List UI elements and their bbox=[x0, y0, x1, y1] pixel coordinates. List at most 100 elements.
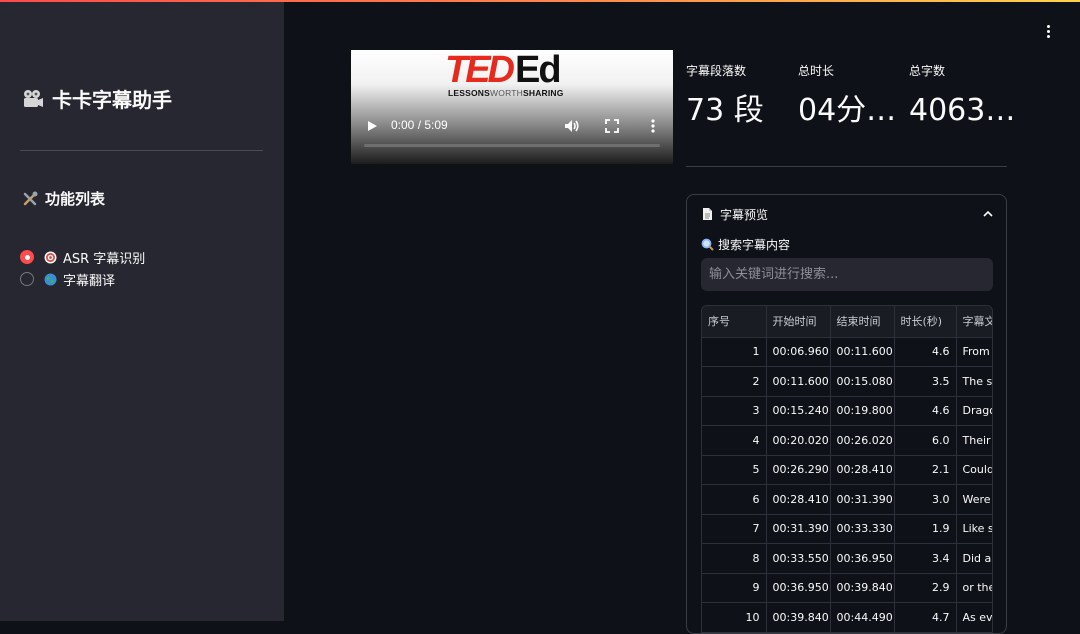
table-cell: Did an bbox=[956, 543, 992, 574]
play-icon[interactable] bbox=[365, 119, 379, 133]
table-cell: 00:15.240 bbox=[766, 396, 831, 426]
table-cell: 00:44.490 bbox=[830, 602, 895, 633]
fullscreen-icon[interactable] bbox=[604, 118, 620, 134]
expander-header[interactable]: 字幕预览 bbox=[687, 195, 1006, 233]
metric-label: 总字数 bbox=[909, 64, 946, 78]
menu-dot bbox=[1046, 34, 1050, 38]
metric-label: 字幕段落数 bbox=[686, 64, 747, 78]
table-cell: 2.1 bbox=[894, 455, 957, 485]
radio-option-translate[interactable]: 字幕翻译 bbox=[20, 268, 145, 290]
menu-dot bbox=[1046, 29, 1050, 33]
column-header[interactable]: 序号 bbox=[702, 306, 767, 338]
table-cell: Like st bbox=[956, 514, 992, 544]
table-cell: 00:28.410 bbox=[830, 455, 895, 485]
table-cell: 00:33.550 bbox=[766, 543, 831, 574]
radio-option-asr[interactable]: ASR 字幕识别 bbox=[20, 246, 145, 268]
table-cell: 3.4 bbox=[894, 543, 957, 574]
radio-unselected-indicator[interactable] bbox=[20, 272, 34, 286]
globe-icon bbox=[44, 273, 57, 285]
table-cell: 6 bbox=[702, 484, 767, 515]
video-progress-bar[interactable] bbox=[364, 144, 660, 147]
table-cell: 00:20.020 bbox=[766, 425, 831, 456]
table-body: 100:06.96000:11.6004.6From t200:11.60000… bbox=[702, 337, 992, 633]
logo-tagline-part: WORTH bbox=[490, 88, 523, 98]
column-header[interactable]: 结束时间 bbox=[830, 306, 895, 338]
sidebar-divider bbox=[20, 150, 263, 151]
table-row[interactable]: 600:28.41000:31.3903.0Were c bbox=[702, 484, 992, 515]
target-icon bbox=[44, 251, 57, 263]
search-input[interactable] bbox=[701, 258, 993, 291]
app-title: 卡卡字幕助手 bbox=[22, 84, 172, 113]
table-cell: 00:15.080 bbox=[830, 366, 895, 397]
section-title: 功能列表 bbox=[22, 188, 105, 209]
table-cell: 00:33.330 bbox=[830, 514, 895, 544]
table-cell: 00:26.020 bbox=[830, 425, 895, 456]
table-row[interactable]: 1000:39.84000:44.4904.7As evic bbox=[702, 602, 992, 633]
volume-icon[interactable] bbox=[563, 117, 581, 135]
table-cell: 00:28.410 bbox=[766, 484, 831, 515]
metric-segments: 字幕段落数 73 段 bbox=[686, 62, 786, 129]
metric-duration: 总时长 04分… bbox=[798, 62, 898, 129]
column-header[interactable]: 时长(秒) bbox=[894, 306, 957, 338]
function-radio-group: ASR 字幕识别 字幕翻译 bbox=[20, 246, 145, 290]
logo-ed-text: Ed bbox=[515, 50, 562, 91]
radio-option-label: ASR 字幕识别 bbox=[63, 251, 146, 267]
table-cell: From t bbox=[956, 337, 992, 367]
table-cell: 00:36.950 bbox=[830, 543, 895, 574]
table-row[interactable]: 700:31.39000:33.3301.9Like st bbox=[702, 514, 992, 544]
table-cell: 00:06.960 bbox=[766, 337, 831, 367]
table-cell: 3.5 bbox=[894, 366, 957, 397]
subtitle-data-table: 序号 开始时间 结束时间 时长(秒) 字幕文 1 00:06.960 00:11.6… bbox=[702, 306, 992, 633]
table-row[interactable]: 100:06.96000:11.6004.6From t bbox=[702, 337, 992, 367]
table-cell: or the bbox=[956, 573, 992, 603]
table-cell: Were c bbox=[956, 484, 992, 515]
table-cell: As evic bbox=[956, 602, 992, 633]
sidebar: 卡卡字幕助手 功能列表 ASR 字幕识别 字幕翻译 bbox=[0, 2, 284, 621]
table-cell: 00:31.390 bbox=[766, 514, 831, 544]
table-cell: 4.7 bbox=[894, 602, 957, 633]
logo-tagline-part: SHARING bbox=[522, 88, 564, 98]
column-header[interactable]: 字幕文 bbox=[956, 306, 992, 338]
table-cell: 2 bbox=[702, 366, 767, 397]
metric-value: 73 段 bbox=[686, 93, 764, 128]
table-cell: 3 bbox=[702, 396, 767, 426]
column-header[interactable]: 开始时间 bbox=[766, 306, 831, 338]
table-cell: 1 bbox=[702, 337, 767, 367]
table-cell: 00:19.800 bbox=[830, 396, 895, 426]
table-row[interactable]: 200:11.60000:15.0803.5The sc bbox=[702, 366, 992, 397]
table-row[interactable]: 400:20.02000:26.0206.0Their u bbox=[702, 425, 992, 456]
table-cell: 2.9 bbox=[894, 573, 957, 603]
more-options-icon[interactable] bbox=[645, 117, 661, 135]
chevron-up-icon[interactable] bbox=[982, 208, 994, 220]
table-cell: 4.6 bbox=[894, 396, 957, 426]
video-player[interactable]: TED Ed LESSONSWORTHSHARING 0:00 / 5:09 bbox=[351, 50, 673, 164]
radio-option-label: 字幕翻译 bbox=[63, 273, 116, 289]
table-cell: 8 bbox=[702, 543, 767, 574]
metric-word-count: 总字数 4063 字 bbox=[909, 62, 1019, 129]
logo-tagline: LESSONSWORTHSHARING bbox=[448, 88, 564, 98]
table-cell: Their u bbox=[956, 425, 992, 456]
table-cell: 6.0 bbox=[894, 425, 957, 456]
table-cell: 00:31.390 bbox=[830, 484, 895, 515]
logo-ted-text: TED bbox=[445, 50, 515, 91]
tools-icon bbox=[23, 191, 38, 206]
section-title-text: 功能列表 bbox=[45, 190, 106, 208]
table-cell: 4.6 bbox=[894, 337, 957, 367]
table-cell: 7 bbox=[702, 514, 767, 544]
table-cell: 1.9 bbox=[894, 514, 957, 544]
table-cell: 4 bbox=[702, 425, 767, 456]
film-camera-icon bbox=[24, 89, 43, 107]
table-row[interactable]: 800:33.55000:36.9503.4Did an bbox=[702, 543, 992, 574]
subtitle-table[interactable]: 序号 开始时间 结束时间 时长(秒) 字幕文 1 00:06.960 00:11.6… bbox=[701, 305, 993, 633]
app-title-text: 卡卡字幕助手 bbox=[52, 88, 172, 112]
radio-selected-indicator[interactable] bbox=[20, 250, 34, 264]
table-cell: Could bbox=[956, 455, 992, 485]
table-cell: 9 bbox=[702, 573, 767, 603]
table-cell: 00:26.290 bbox=[766, 455, 831, 485]
main-menu-button[interactable] bbox=[1040, 20, 1056, 42]
table-cell: 00:39.840 bbox=[830, 573, 895, 603]
search-icon bbox=[701, 238, 714, 251]
table-row[interactable]: 9 00:36.950 00:39.840 2.9 or the bbox=[702, 573, 992, 603]
table-row[interactable]: 300:15.24000:19.8004.6Dragoi bbox=[702, 396, 992, 426]
table-row[interactable]: 5 00:26.290 00:28.410 2.1 Could bbox=[702, 455, 992, 485]
